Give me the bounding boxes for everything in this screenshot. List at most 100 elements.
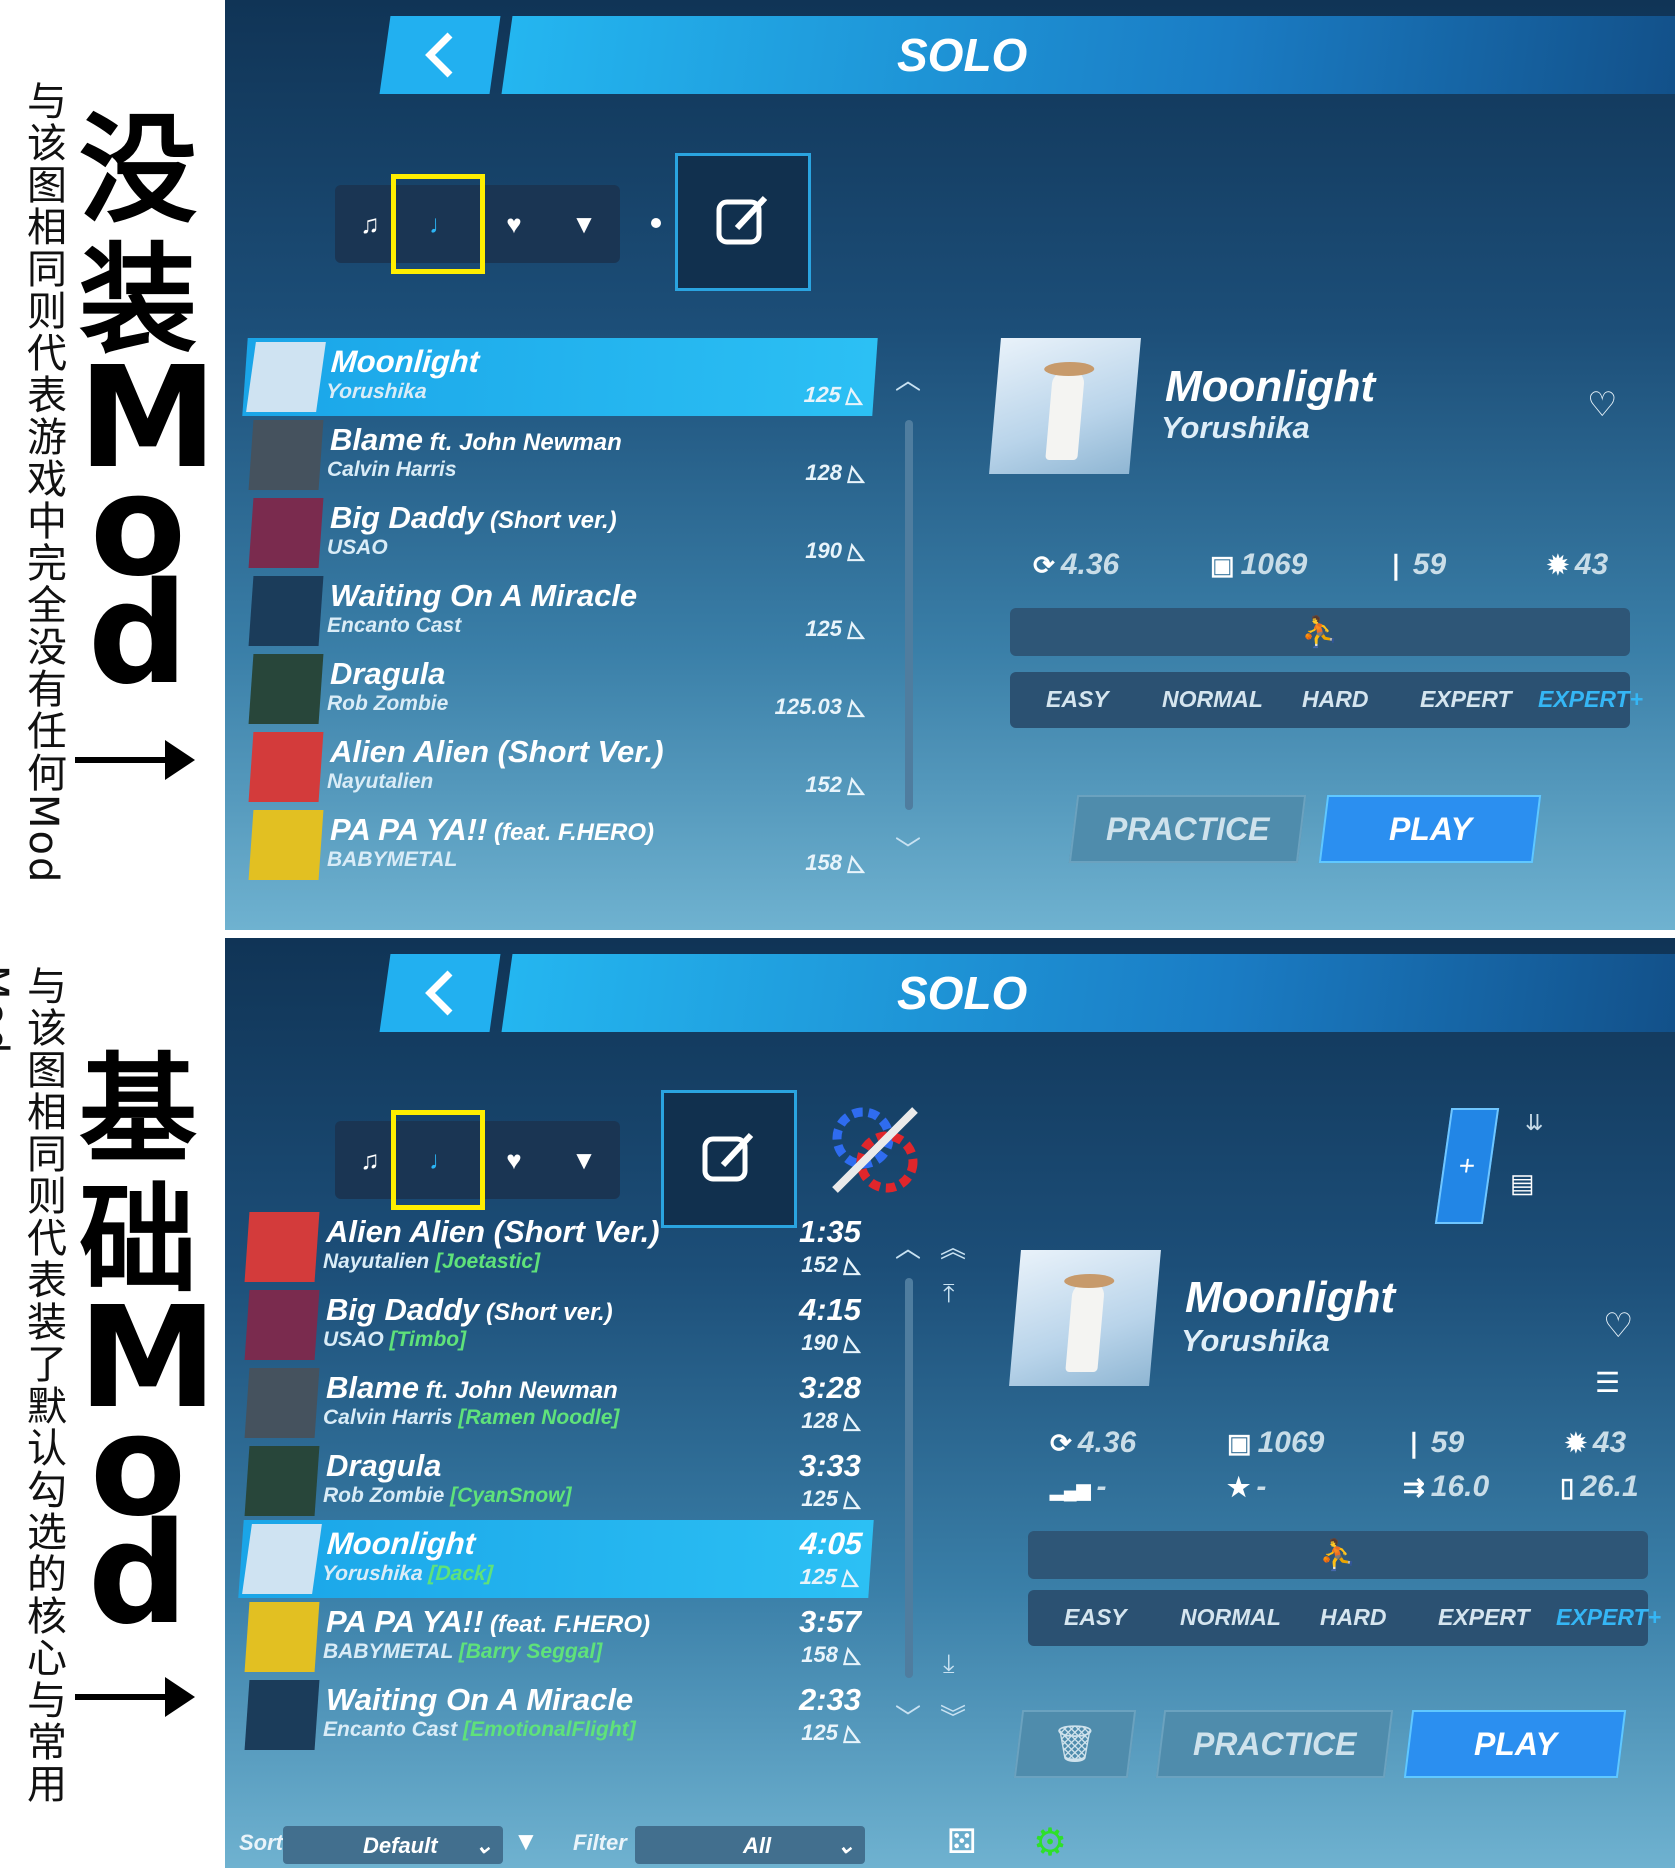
difficulty-hard[interactable]: HARD: [1320, 1604, 1386, 1631]
song-title: Moonlight: [325, 1526, 477, 1561]
mode-selector[interactable]: ⛹: [1028, 1531, 1648, 1579]
page-title: SOLO: [897, 967, 1028, 1019]
heart-icon[interactable]: ♥: [479, 1121, 549, 1199]
song-row[interactable]: Waiting On A Miracle Encanto Cast [Emotio…: [241, 1676, 871, 1754]
separator-dot: [651, 218, 661, 228]
signal-icon: ▂▄▆: [1050, 1480, 1091, 1500]
filter-icon[interactable]: ▼: [549, 185, 619, 263]
heart-icon[interactable]: ♥: [479, 185, 549, 263]
song-artist: Rob Zombie [CyanSnow]: [323, 1484, 572, 1507]
playlist-list-icon[interactable]: ▤: [1510, 1168, 1535, 1199]
jump-bottom-icon[interactable]: ⤓: [943, 1648, 955, 1680]
mode-selector[interactable]: ⛹: [1010, 608, 1630, 656]
song-cover: [248, 576, 324, 646]
difficulty-expert[interactable]: EXPERT: [1420, 686, 1512, 713]
delete-button[interactable]: 🗑: [1013, 1710, 1137, 1778]
practice-button[interactable]: PRACTICE: [1068, 795, 1307, 863]
song-title: Blame ft. John Newman: [326, 1370, 618, 1405]
standard-mode-icon: ⛹: [1301, 615, 1339, 649]
song-cover: [248, 420, 324, 490]
scrollbar[interactable]: [905, 1278, 913, 1678]
song-row[interactable]: Alien Alien (Short Ver.) Nayutalien 152 ◺: [245, 728, 875, 806]
favorite-heart-icon[interactable]: ♡: [1603, 1306, 1633, 1346]
song-row[interactable]: Blame ft. John Newman Calvin Harris [Rame…: [241, 1364, 871, 1442]
title-bar: [501, 16, 1675, 94]
random-dice-icon[interactable]: ⚄: [947, 1822, 977, 1862]
add-playlist-button[interactable]: +: [1434, 1108, 1500, 1224]
scroll-down-icon[interactable]: ﹀: [895, 830, 921, 867]
song-row[interactable]: Moonlight Yorushika 125 ◺: [242, 338, 878, 416]
song-row[interactable]: Blame ft. John Newman Calvin Harris 128 ◺: [245, 416, 875, 494]
favorite-heart-icon[interactable]: ♡: [1587, 385, 1617, 425]
chevron-down-icon: ⌄: [836, 1833, 855, 1858]
mod-settings-gear-icon[interactable]: [825, 1100, 925, 1200]
song-bpm: 128 ◺: [805, 460, 865, 485]
play-button[interactable]: PLAY: [1403, 1710, 1627, 1778]
metronome-icon: ◺: [837, 1642, 861, 1667]
star-icon: ★: [1227, 1472, 1251, 1502]
practice-button[interactable]: PRACTICE: [1155, 1710, 1394, 1778]
song-row[interactable]: Dragula Rob Zombie 125.03 ◺: [245, 650, 875, 728]
page-down-icon[interactable]: ︾: [940, 1698, 966, 1735]
stat-notes: ▣ 1069: [1210, 548, 1308, 581]
filter-label: Filter: [573, 1830, 627, 1855]
scrollbar[interactable]: [905, 420, 913, 810]
song-cover: [244, 1368, 320, 1438]
notes-icon: ▣: [1227, 1428, 1252, 1458]
difficulty-expert-plus[interactable]: EXPERT+: [1556, 1604, 1661, 1631]
stat-bombs: ✹ 43: [1547, 548, 1609, 581]
song-row[interactable]: PA PA YA!! (feat. F.HERO) BABYMETAL [Barr…: [241, 1598, 871, 1676]
difficulty-normal[interactable]: NORMAL: [1180, 1604, 1281, 1631]
chevron-down-icon: ⌄: [474, 1833, 493, 1858]
stat-walls: ❘ 59: [1403, 1426, 1465, 1459]
song-row[interactable]: Alien Alien (Short Ver.) Nayutalien [Joet…: [241, 1208, 871, 1286]
difficulty-easy[interactable]: EASY: [1046, 686, 1109, 713]
song-list: Alien Alien (Short Ver.) Nayutalien [Joet…: [233, 1208, 923, 1750]
song-bpm: 128 ◺: [801, 1408, 861, 1433]
song-cover: [242, 1524, 322, 1594]
song-duration: 3:33: [798, 1448, 861, 1483]
sort-direction-icon[interactable]: ▼: [513, 1826, 539, 1857]
song-title: Blame ft. John Newman: [330, 422, 622, 457]
scroll-up-icon[interactable]: ︿: [895, 1228, 921, 1265]
stat-walls: ❘ 59: [1385, 548, 1447, 581]
edit-icon: [702, 1132, 754, 1182]
song-bpm: 125 ◺: [801, 1486, 861, 1511]
double-chevron-down-icon[interactable]: ⇊: [1525, 1110, 1543, 1136]
song-title: Waiting On A Miracle: [326, 1682, 634, 1717]
edit-button[interactable]: [675, 153, 811, 291]
filter-dropdown[interactable]: All ⌄: [635, 1826, 865, 1864]
song-row[interactable]: Big Daddy (Short ver.) USAO [Timbo] 4:15 19…: [241, 1286, 871, 1364]
song-title: Alien Alien (Short Ver.): [330, 734, 664, 769]
jump-top-icon[interactable]: ⤒: [943, 1278, 955, 1310]
song-row[interactable]: Big Daddy (Short ver.) USAO 190 ◺: [245, 494, 875, 572]
metronome-icon: ◺: [841, 460, 865, 485]
page-up-icon[interactable]: ︽: [940, 1228, 966, 1265]
song-duration: 3:57: [798, 1604, 861, 1639]
metronome-icon: ◺: [837, 1252, 861, 1277]
filter-icon[interactable]: ▼: [549, 1121, 619, 1199]
song-artist: Yorushika: [325, 380, 428, 403]
difficulty-normal[interactable]: NORMAL: [1162, 686, 1263, 713]
settings-gear-icon[interactable]: ⚙: [1033, 1820, 1067, 1865]
scroll-down-icon[interactable]: ﹀: [895, 1698, 921, 1735]
difficulty-hard[interactable]: HARD: [1302, 686, 1368, 713]
arrow-right-icon: [75, 1677, 195, 1717]
song-bpm: 125.03 ◺: [774, 694, 865, 719]
song-row[interactable]: Moonlight Yorushika [Dack] 4:05 125 ◺: [238, 1520, 874, 1598]
song-title: PA PA YA!! (feat. F.HERO): [326, 1604, 650, 1639]
difficulty-expert[interactable]: EXPERT: [1438, 1604, 1530, 1631]
chevron-left-icon: [425, 32, 453, 78]
scroll-up-icon[interactable]: ︿: [895, 360, 921, 397]
song-row[interactable]: Waiting On A Miracle Encanto Cast 125 ◺: [245, 572, 875, 650]
difficulty-easy[interactable]: EASY: [1064, 1604, 1127, 1631]
difficulty-expert-plus[interactable]: EXPERT+: [1538, 686, 1643, 713]
play-button[interactable]: PLAY: [1318, 795, 1542, 863]
difficulty-selector: EASY NORMAL HARD EXPERT EXPERT+: [1010, 672, 1643, 728]
song-row[interactable]: PA PA YA!! (feat. F.HERO) BABYMETAL 158 ◺: [245, 806, 875, 884]
song-bpm: 125 ◺: [801, 1720, 861, 1745]
song-row[interactable]: Dragula Rob Zombie [CyanSnow] 3:33 125 ◺: [241, 1442, 871, 1520]
metronome-icon: ◺: [841, 694, 865, 719]
add-to-playlist-icon[interactable]: ☰: [1595, 1366, 1620, 1399]
sort-dropdown[interactable]: Default ⌄: [283, 1826, 503, 1864]
